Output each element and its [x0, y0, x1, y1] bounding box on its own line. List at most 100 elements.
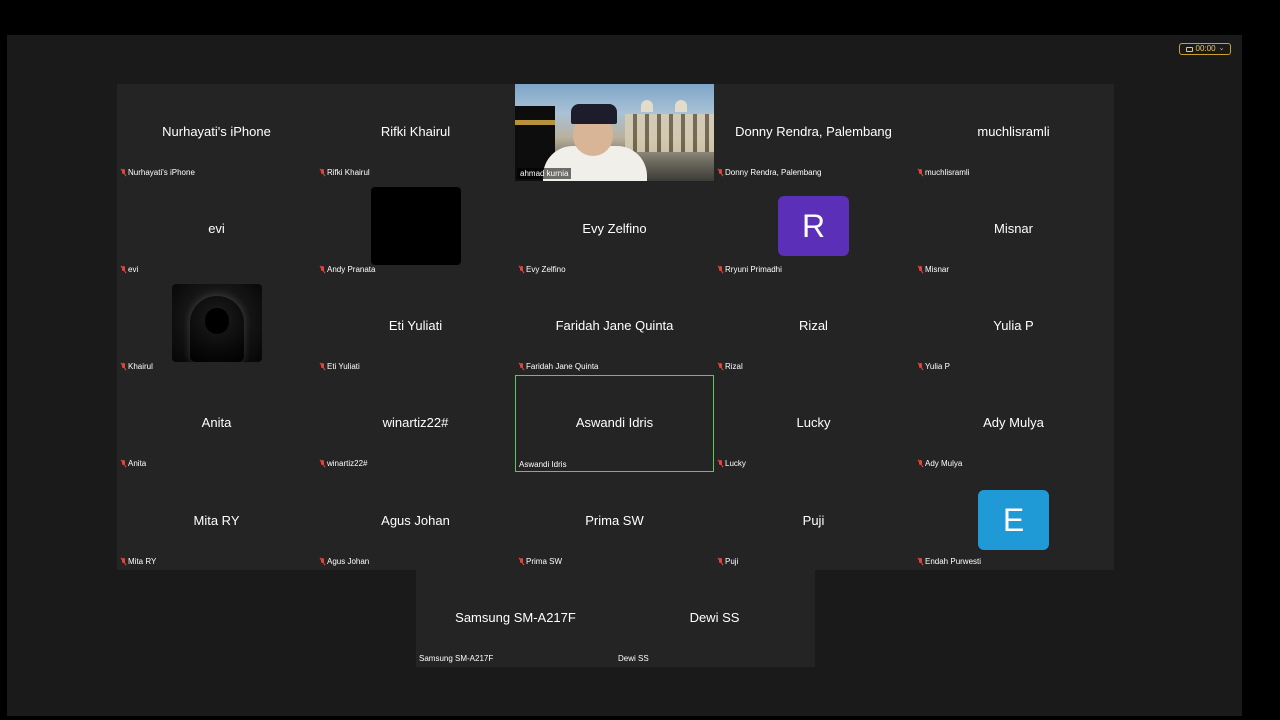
participant-tile[interactable]: E Endah Purwesti	[914, 473, 1113, 570]
participant-label-text: Faridah Jane Quinta	[526, 362, 599, 371]
mic-muted-icon	[320, 363, 325, 370]
participant-tile[interactable]: Ady Mulya Ady Mulya	[914, 375, 1113, 472]
participant-display-name: Ady Mulya	[983, 415, 1044, 430]
participant-label: Anita	[121, 459, 146, 468]
participant-label: Agus Johan	[320, 557, 369, 566]
participant-label-text: Misnar	[925, 265, 950, 274]
chevron-down-icon: ⌄	[1218, 45, 1225, 52]
participant-display-name: Puji	[802, 513, 825, 528]
participant-label-text: Rizal	[725, 362, 743, 371]
participant-tile[interactable]: Anita Anita	[117, 375, 316, 472]
participant-label-text: Anita	[128, 459, 147, 468]
gallery-grid-last-row: Samsung SM-A217F Samsung SM-A217F Dewi S…	[416, 570, 815, 667]
timer-icon	[1185, 46, 1193, 52]
mic-muted-icon	[320, 460, 325, 467]
participant-label-text: Yulia P	[925, 362, 950, 371]
recording-timer-button[interactable]: 00:00 ⌄	[1179, 43, 1231, 55]
participant-label: Prima SW	[519, 557, 562, 566]
participant-label: Rifki Khairul	[320, 168, 370, 177]
participant-label-text: Rryuni Primadhi	[725, 265, 782, 274]
participant-label-text: Mita RY	[128, 557, 157, 566]
timer-text: 00:00	[1195, 44, 1216, 53]
participant-display-name: Samsung SM-A217F	[455, 610, 576, 625]
participant-display-name: Donny Rendra, Palembang	[735, 124, 892, 139]
mic-muted-icon	[918, 460, 923, 467]
participant-label-text: Lucky	[725, 459, 746, 468]
mic-muted-icon	[918, 266, 923, 273]
participant-display-name: Agus Johan	[381, 513, 450, 528]
mic-muted-icon	[718, 558, 723, 565]
video-background-band	[515, 120, 555, 125]
participant-tile[interactable]: Agus Johan Agus Johan	[316, 473, 515, 570]
participant-label: Eti Yuliati	[320, 362, 360, 371]
participant-tile[interactable]: Khairul	[117, 278, 316, 375]
mic-muted-icon	[121, 460, 126, 467]
participant-label-text: Nurhayati's iPhone	[128, 168, 195, 177]
participant-label: muchlisramli	[918, 168, 969, 177]
mic-muted-icon	[320, 266, 325, 273]
participant-label-text: winartiz22#	[327, 459, 368, 468]
participant-tile[interactable]: R Rryuni Primadhi	[714, 181, 913, 278]
participant-label-text: Ady Mulya	[925, 459, 963, 468]
participant-tile[interactable]: Rizal Rizal	[714, 278, 913, 375]
mic-muted-icon	[519, 266, 524, 273]
participant-tile[interactable]: Lucky Lucky	[714, 375, 913, 472]
participant-tile[interactable]: winartiz22# winartiz22#	[316, 375, 515, 472]
participant-tile[interactable]: Donny Rendra, Palembang Donny Rendra, Pa…	[714, 84, 913, 181]
participant-label-text: Eti Yuliati	[327, 362, 360, 371]
mic-muted-icon	[121, 558, 126, 565]
participant-tile[interactable]: evi evi	[117, 181, 316, 278]
participant-tile[interactable]: Evy Zelfino Evy Zelfino	[515, 181, 714, 278]
participant-tile[interactable]: Dewi SS Dewi SS	[615, 570, 814, 667]
letter-avatar: E	[978, 490, 1049, 550]
participant-label: Andy Pranata	[320, 265, 375, 274]
participant-label-text: Dewi SS	[618, 654, 649, 663]
participant-label: Dewi SS	[618, 654, 649, 663]
participant-display-name: Mita RY	[193, 513, 240, 528]
participant-tile[interactable]: Puji Puji	[714, 473, 913, 570]
mic-muted-icon	[320, 558, 325, 565]
participant-label: evi	[121, 265, 138, 274]
profile-picture	[172, 284, 262, 362]
participant-tile[interactable]: Nurhayati's iPhone Nurhayati's iPhone	[117, 84, 316, 181]
participant-label: Khairul	[121, 362, 153, 371]
participant-label-text: Samsung SM-A217F	[419, 654, 494, 663]
participant-tile[interactable]: Rifki Khairul Rifki Khairul	[316, 84, 515, 181]
participant-display-name: evi	[208, 221, 225, 236]
letter-avatar: R	[778, 196, 849, 256]
video-background-dome	[675, 100, 687, 112]
participant-tile[interactable]: Mita RY Mita RY	[117, 473, 316, 570]
mic-muted-icon	[519, 363, 524, 370]
mic-muted-icon	[718, 363, 723, 370]
participant-label: Faridah Jane Quinta	[519, 362, 599, 371]
mic-muted-icon	[918, 169, 923, 176]
participant-display-name: Lucky	[796, 415, 831, 430]
participant-label: Rizal	[718, 362, 743, 371]
participant-display-name: Yulia P	[993, 318, 1034, 333]
gallery-grid: Nurhayati's iPhone Nurhayati's iPhone Ri…	[117, 84, 1114, 570]
participant-tile[interactable]: Eti Yuliati Eti Yuliati	[316, 278, 515, 375]
participant-label-text: evi	[128, 265, 139, 274]
participant-label-text: Prima SW	[526, 557, 562, 566]
participant-tile[interactable]: Andy Pranata	[316, 181, 515, 278]
participant-label-text: muchlisramli	[925, 168, 970, 177]
participant-tile[interactable]: Yulia P Yulia P	[914, 278, 1113, 375]
active-speaker-tile[interactable]: Aswandi Idris Aswandi Idris	[515, 375, 714, 472]
participant-display-name: muchlisramli	[977, 124, 1050, 139]
participant-label-text: ahmad kurnia	[520, 169, 569, 178]
participant-display-name: winartiz22#	[382, 415, 449, 430]
participant-tile[interactable]: Samsung SM-A217F Samsung SM-A217F	[416, 570, 615, 667]
participant-label: ahmad kurnia	[517, 168, 572, 179]
participant-display-name: Nurhayati's iPhone	[162, 124, 271, 139]
participant-label-text: Agus Johan	[327, 557, 370, 566]
participant-tile[interactable]: Prima SW Prima SW	[515, 473, 714, 570]
hooded-figure-icon	[190, 296, 244, 362]
hood-face	[205, 308, 229, 334]
mic-muted-icon	[718, 266, 723, 273]
participant-tile[interactable]: Misnar Misnar	[914, 181, 1113, 278]
participant-tile[interactable]: muchlisramli muchlisramli	[914, 84, 1113, 181]
mic-muted-icon	[121, 363, 126, 370]
participant-video-tile[interactable]: ahmad kurnia	[515, 84, 714, 181]
mic-muted-icon	[718, 169, 723, 176]
participant-tile[interactable]: Faridah Jane Quinta Faridah Jane Quinta	[515, 278, 714, 375]
